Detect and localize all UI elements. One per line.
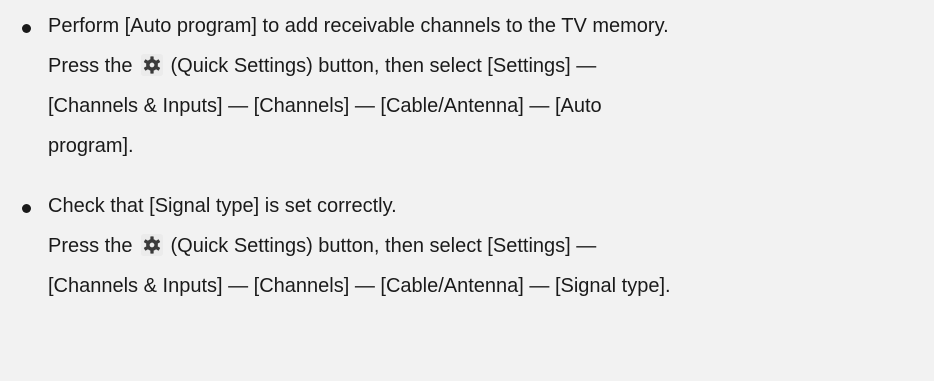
item-heading: Check that [Signal type] is set correctl… [48, 195, 397, 217]
list-item: Check that [Signal type] is set correctl… [0, 186, 934, 306]
quick-settings-text: (Quick Settings) button, then select [Se… [170, 235, 597, 257]
instruction-line: Press the (Quick Settings) button, then s… [48, 46, 934, 86]
bullet-icon [22, 204, 31, 213]
menu-path-line: [Channels & Inputs] — [Channels] — [Cabl… [48, 95, 602, 117]
item-heading: Perform [Auto program] to add receivable… [48, 15, 669, 37]
instruction-line: Press the (Quick Settings) button, then s… [48, 226, 934, 266]
menu-path-line: [Channels & Inputs] — [Channels] — [Cabl… [48, 275, 671, 297]
gear-icon [141, 54, 164, 76]
press-text: Press the [48, 55, 133, 77]
bullet-icon [22, 24, 31, 33]
list-item: Perform [Auto program] to add receivable… [0, 0, 934, 166]
help-content: Perform [Auto program] to add receivable… [0, 0, 934, 381]
menu-path-line: program]. [48, 135, 134, 157]
quick-settings-text: (Quick Settings) button, then select [Se… [170, 55, 597, 77]
press-text: Press the [48, 235, 133, 257]
gear-icon [141, 234, 164, 256]
troubleshooting-list: Perform [Auto program] to add receivable… [0, 0, 934, 306]
